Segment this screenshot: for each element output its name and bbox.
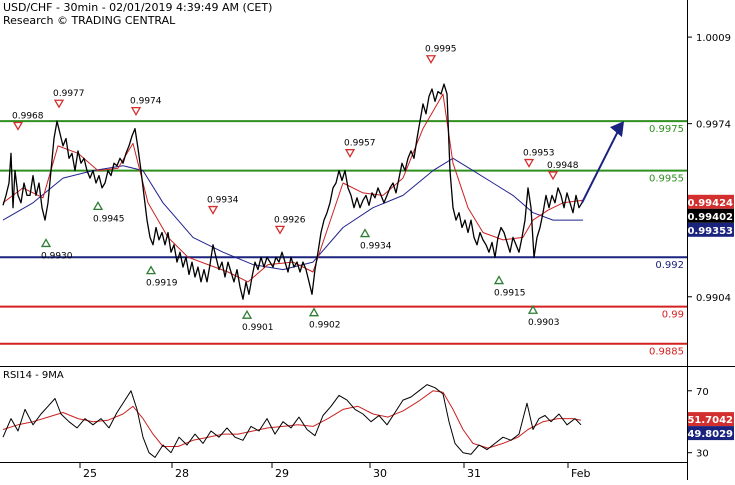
x-tick-label-3: 30 bbox=[373, 467, 387, 480]
rsi-badge-label-0: 51.7042 bbox=[687, 415, 733, 426]
price-badge-label-0: 0.99424 bbox=[687, 198, 733, 209]
low-marker-7 bbox=[241, 309, 253, 319]
high-label-12: 0.9995 bbox=[425, 45, 457, 55]
level-label-0: 0.9975 bbox=[649, 124, 684, 135]
low-marker-13 bbox=[493, 275, 505, 285]
low-label-3: 0.9945 bbox=[93, 214, 125, 224]
low-marker-3 bbox=[92, 201, 104, 211]
high-marker-0 bbox=[12, 121, 24, 131]
low-marker-9 bbox=[308, 307, 320, 317]
x-tick-label-4: 31 bbox=[467, 467, 481, 480]
axis-layer: 1.00090.99740.99047050300.994240.994020.… bbox=[0, 0, 735, 480]
low-label-9: 0.9902 bbox=[309, 321, 341, 331]
price-ytick-label-0: 1.0009 bbox=[696, 33, 731, 44]
price-ytick-label-1: 0.9974 bbox=[696, 120, 731, 131]
chart-credit: Research © TRADING CENTRAL bbox=[3, 14, 176, 27]
high-marker-10 bbox=[344, 149, 356, 158]
x-tick-label-0: 25 bbox=[83, 467, 97, 480]
high-marker-8 bbox=[274, 225, 286, 235]
high-marker-4 bbox=[130, 106, 142, 116]
chart-title: USD/CHF - 30min - 02/01/2019 4:39:49 AM … bbox=[3, 1, 273, 14]
chart-header: USD/CHF - 30min - 02/01/2019 4:39:49 AM … bbox=[3, 1, 272, 27]
price-badge-label-1: 0.99402 bbox=[687, 212, 733, 223]
rsi-ytick-label-2: 30 bbox=[696, 449, 709, 460]
low-marker-1 bbox=[40, 238, 52, 248]
high-marker-12 bbox=[425, 55, 437, 65]
high-label-2: 0.9977 bbox=[53, 89, 85, 99]
x-tick-label-5: Feb bbox=[571, 467, 590, 480]
x-tick-label-1: 28 bbox=[175, 467, 189, 480]
high-label-14: 0.9953 bbox=[523, 149, 555, 159]
high-label-6: 0.9934 bbox=[207, 196, 239, 206]
high-marker-6 bbox=[207, 205, 219, 215]
level-label-1: 0.9955 bbox=[649, 174, 684, 185]
level-label-3: 0.99 bbox=[662, 310, 684, 321]
high-marker-14 bbox=[523, 158, 535, 168]
rsi-title: RSI14 - 9MA bbox=[3, 370, 64, 381]
low-label-1: 0.9930 bbox=[41, 251, 73, 261]
price-panel: 0.9975 0.9955 0.992 0.99 0.9885 0.9968 0.9930 0… bbox=[0, 45, 687, 358]
chart-stage: 0.9975 0.9955 0.992 0.99 0.9885 0.9968 0.9930 0… bbox=[0, 0, 735, 480]
low-label-7: 0.9901 bbox=[242, 323, 274, 333]
high-label-4: 0.9974 bbox=[130, 97, 162, 107]
high-marker-16 bbox=[547, 171, 559, 181]
low-label-11: 0.9934 bbox=[360, 242, 392, 252]
rsi-panel: RSI14 - 9MA bbox=[2, 370, 582, 458]
high-label-8: 0.9926 bbox=[274, 215, 306, 225]
level-label-2: 0.992 bbox=[655, 260, 684, 271]
level-label-4: 0.9885 bbox=[649, 347, 684, 358]
high-label-16: 0.9948 bbox=[547, 161, 579, 171]
price-chart: 0.9975 0.9955 0.992 0.99 0.9885 0.9968 0.9930 0… bbox=[0, 0, 735, 480]
low-label-5: 0.9919 bbox=[146, 279, 178, 289]
high-label-10: 0.9957 bbox=[344, 139, 376, 149]
low-label-13: 0.9915 bbox=[494, 289, 526, 299]
rsi-ma-line bbox=[2, 390, 582, 449]
high-marker-2 bbox=[53, 99, 65, 109]
price-badge-label-2: 0.99353 bbox=[687, 226, 733, 237]
price-ytick-label-2: 0.9904 bbox=[696, 293, 731, 304]
low-marker-5 bbox=[145, 265, 157, 275]
low-marker-11 bbox=[359, 228, 371, 238]
projection-arrow-line bbox=[581, 130, 619, 204]
rsi-badge-label-1: 49.8029 bbox=[687, 429, 733, 440]
low-label-15: 0.9903 bbox=[528, 318, 560, 328]
x-tick-label-2: 29 bbox=[275, 467, 289, 480]
rsi-ytick-label-0: 70 bbox=[696, 387, 709, 398]
high-label-0: 0.9968 bbox=[12, 111, 44, 121]
